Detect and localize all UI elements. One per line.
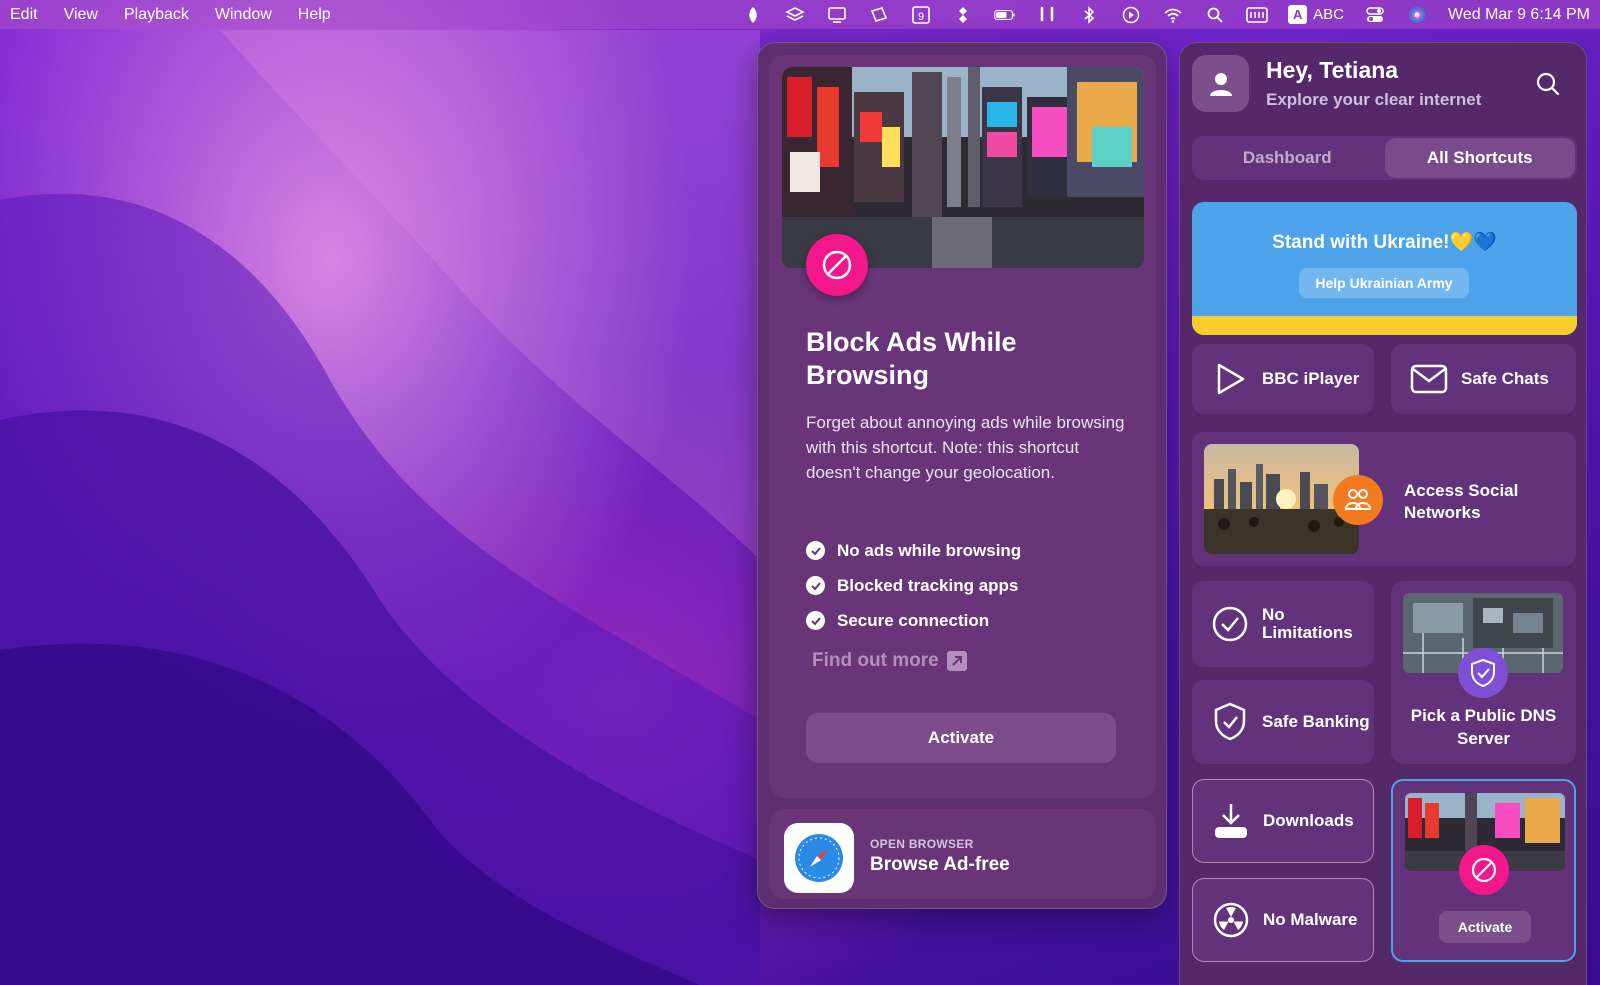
keyboard-icon[interactable] — [1246, 6, 1268, 24]
check-icon — [806, 541, 825, 560]
shortcut-bbc-iplayer[interactable]: BBC iPlayer — [1192, 344, 1374, 414]
play-triangle-icon — [1210, 359, 1250, 399]
feature-label: Secure connection — [837, 610, 990, 630]
screenshot-icon[interactable] — [868, 6, 890, 24]
feature-list: No ads while browsing Blocked tracking a… — [806, 533, 1021, 638]
shortcut-downloads[interactable]: Downloads — [1192, 779, 1374, 863]
menu-help[interactable]: Help — [298, 6, 331, 24]
shortcut-no-limitations[interactable]: No Limitations — [1192, 581, 1374, 667]
puzzle-icon[interactable] — [952, 6, 974, 24]
menu-window[interactable]: Window — [215, 6, 272, 24]
find-out-more-label: Find out more — [812, 650, 939, 671]
open-browser-title: Browse Ad-free — [870, 854, 1010, 875]
find-out-more-link[interactable]: Find out more — [812, 650, 967, 672]
menu-playback[interactable]: Playback — [124, 6, 189, 24]
block-ads-icon — [1459, 845, 1509, 895]
shortcut-no-malware[interactable]: No Malware — [1192, 878, 1374, 962]
tile-activate-button[interactable]: Activate — [1439, 911, 1531, 943]
shortcut-label: Pick a Public DNS Server — [1410, 706, 1557, 748]
shortcut-safe-banking[interactable]: Safe Banking — [1192, 680, 1374, 764]
siri-icon[interactable] — [1406, 6, 1428, 24]
shortcut-label: Safe Banking — [1262, 712, 1370, 731]
shortcut-public-dns[interactable]: Pick a Public DNS Server — [1391, 581, 1576, 764]
shortcut-label: Downloads — [1263, 811, 1354, 830]
tab-dashboard[interactable]: Dashboard — [1192, 136, 1383, 180]
svg-text:9: 9 — [918, 11, 924, 23]
shortcut-detail-card: Block Ads While Browsing Forget about an… — [770, 55, 1156, 798]
input-source[interactable]: A ABC — [1288, 5, 1344, 24]
shortcut-label: BBC iPlayer — [1262, 369, 1360, 388]
ukraine-banner-title: Stand with Ukraine!💛💙 — [1272, 232, 1497, 253]
input-source-label: ABC — [1313, 6, 1345, 23]
external-link-icon — [946, 651, 967, 671]
ukraine-banner[interactable]: Stand with Ukraine!💛💙 Help Ukrainian Arm… — [1192, 202, 1577, 335]
greeting-subtitle: Explore your clear internet — [1266, 90, 1482, 109]
bluetooth-icon[interactable] — [1078, 5, 1100, 24]
feature-label: No ads while browsing — [837, 540, 1022, 560]
envelope-icon — [1409, 359, 1449, 399]
app-status-icon[interactable] — [742, 6, 764, 24]
shortcut-label: Safe Chats — [1461, 369, 1549, 388]
calendar-icon[interactable]: 9 — [910, 5, 932, 24]
shortcut-safe-chats[interactable]: Safe Chats — [1391, 344, 1576, 414]
tab-bar: Dashboard All Shortcuts — [1192, 136, 1577, 180]
ukraine-flag-stripe — [1192, 316, 1577, 335]
shortcut-label: Access Social Networks — [1404, 481, 1519, 522]
input-source-a-icon: A — [1288, 5, 1308, 24]
control-center-icon[interactable] — [1364, 6, 1386, 24]
menu-clock[interactable]: Wed Mar 9 6:14 PM — [1448, 6, 1590, 24]
activate-button[interactable]: Activate — [806, 713, 1116, 763]
user-avatar[interactable] — [1192, 55, 1249, 112]
menu-view[interactable]: View — [64, 6, 98, 24]
feature-item: No ads while browsing — [806, 533, 1021, 568]
download-icon — [1211, 801, 1251, 841]
open-browser-card[interactable]: OPEN BROWSER Browse Ad-free — [770, 809, 1156, 899]
search-icon[interactable] — [1535, 71, 1561, 97]
feature-label: Blocked tracking apps — [837, 575, 1019, 595]
spotlight-search-icon[interactable] — [1204, 6, 1226, 24]
airpods-icon[interactable] — [1036, 6, 1058, 24]
play-icon[interactable] — [1120, 6, 1142, 24]
shortcut-label: No Malware — [1263, 910, 1358, 929]
feature-item: Secure connection — [806, 603, 1021, 638]
display-icon[interactable] — [826, 6, 848, 24]
menu-edit[interactable]: Edit — [10, 6, 38, 24]
battery-icon[interactable] — [994, 6, 1016, 24]
wifi-icon[interactable] — [1162, 6, 1184, 24]
shortcut-description: Forget about annoying ads while browsing… — [806, 413, 1125, 482]
block-ads-icon — [806, 234, 868, 296]
check-icon — [806, 611, 825, 630]
shortcut-access-social-networks[interactable]: Access Social Networks — [1192, 432, 1576, 566]
safari-icon — [784, 823, 854, 893]
greeting-title: Hey, Tetiana — [1266, 57, 1399, 83]
check-icon — [806, 576, 825, 595]
check-circle-icon — [1210, 604, 1250, 644]
shield-check-icon — [1458, 648, 1508, 698]
feature-item: Blocked tracking apps — [806, 568, 1021, 603]
layers-icon[interactable] — [784, 6, 806, 24]
open-browser-kicker: OPEN BROWSER — [870, 837, 974, 851]
tab-all-shortcuts[interactable]: All Shortcuts — [1384, 138, 1575, 178]
shortcut-detail-panel: Block Ads While Browsing Forget about an… — [757, 42, 1167, 909]
shortcut-block-ads-selected[interactable]: Activate — [1391, 779, 1576, 962]
shield-icon — [1210, 702, 1250, 742]
group-icon — [1333, 475, 1383, 525]
radiation-icon — [1211, 900, 1251, 940]
shortcut-label: No Limitations — [1262, 605, 1353, 642]
shortcut-title: Block Ads While Browsing — [806, 327, 1017, 390]
shortcuts-panel: Hey, Tetiana Explore your clear internet… — [1179, 42, 1587, 985]
menu-bar: Edit View Playback Window Help 9 A ABC W… — [0, 0, 1600, 29]
help-ukrainian-army-button[interactable]: Help Ukrainian Army — [1299, 268, 1469, 298]
